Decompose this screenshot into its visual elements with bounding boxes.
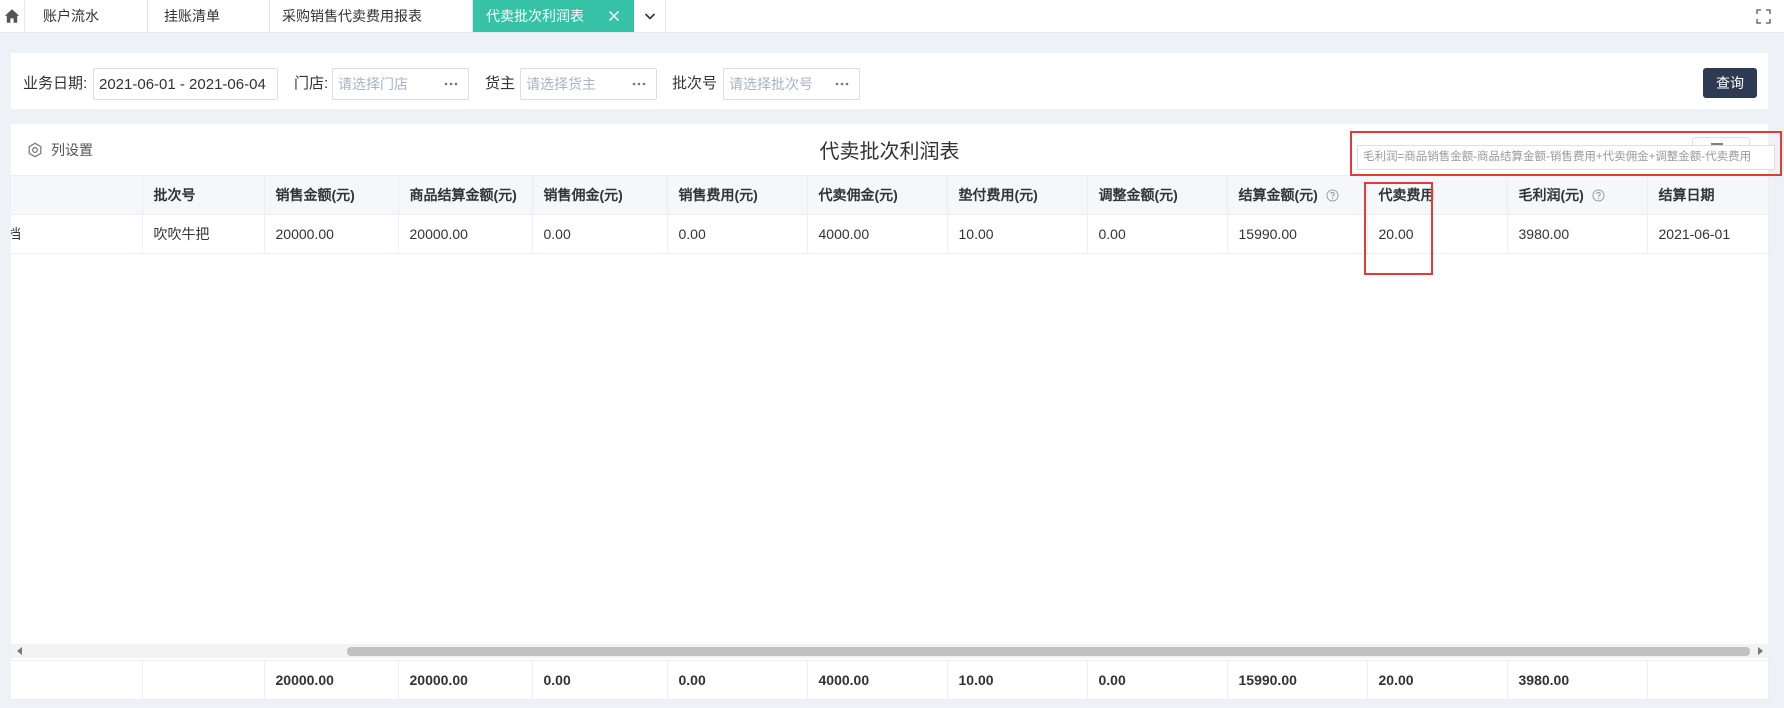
owner-label: 货主	[485, 75, 516, 92]
summary-cell: 0.00	[532, 660, 668, 700]
table-cell: 吹吹牛把	[142, 214, 265, 254]
arrow-left-icon[interactable]	[17, 647, 23, 655]
tab-home[interactable]	[0, 0, 25, 32]
column-header-label: 结算日期	[1658, 187, 1715, 203]
summary-cell: 3980.00	[1507, 660, 1648, 700]
table-cell: 2021-06-01	[1647, 214, 1769, 254]
column-header-sales-expense[interactable]: 销售费用(元)	[667, 175, 808, 215]
column-header-label: 批次号	[153, 187, 196, 203]
column-header-label: 销售金额(元)	[275, 187, 355, 203]
summary-row: 20000.00 20000.00 0.00 0.00 4000.00 10.0…	[11, 660, 1769, 700]
column-header-label: 销售费用(元)	[678, 187, 758, 203]
business-date-label: 业务日期:	[23, 75, 88, 92]
table-cell: 10.00	[947, 214, 1088, 254]
table-row[interactable]: 档 吹吹牛把 20000.00 20000.00 0.00 0.00 4000.…	[11, 214, 1769, 254]
filter-panel: 业务日期: 门店: 货主 批次号 查询	[11, 53, 1768, 109]
business-date-range-input[interactable]	[94, 69, 277, 99]
annotation-highlight-consignment-fee	[1364, 182, 1433, 275]
ellipsis-icon[interactable]	[632, 82, 646, 86]
summary-cell: 0.00	[667, 660, 808, 700]
summary-cell: 15990.00	[1227, 660, 1368, 700]
column-header-sales-commission[interactable]: 销售佣金(元)	[532, 175, 668, 215]
tab-label: 挂账清单	[164, 8, 220, 24]
column-header-consignment-commission[interactable]: 代卖佣金(元)	[807, 175, 948, 215]
ellipsis-icon[interactable]	[444, 82, 458, 86]
ellipsis-icon[interactable]	[835, 82, 849, 86]
summary-cell: 4000.00	[807, 660, 948, 700]
table-cell: 20000.00	[398, 214, 533, 254]
summary-cell	[1647, 660, 1769, 700]
column-header-gross-profit[interactable]: 毛利润(元)	[1507, 175, 1648, 215]
tab-label: 账户流水	[43, 8, 99, 24]
profit-table: 批次号 销售金额(元) 商品结算金额(元) 销售佣金(元) 销售费用(元) 代卖…	[11, 175, 1769, 254]
annotation-highlight-formula	[1350, 131, 1782, 176]
summary-cell: 0.00	[1087, 660, 1228, 700]
table-cell: 4000.00	[807, 214, 948, 254]
column-header-label: 调整金额(元)	[1098, 187, 1178, 203]
tab-label: 代卖批次利润表	[486, 8, 584, 24]
batch-number-label: 批次号	[672, 75, 718, 92]
batch-number-field[interactable]	[723, 68, 860, 100]
tab-bar: 账户流水 挂账清单 采购销售代卖费用报表 代卖批次利润表	[0, 0, 1784, 33]
store-field[interactable]	[332, 68, 469, 100]
table-cell: 档	[11, 214, 143, 254]
help-circle-icon[interactable]	[1326, 189, 1339, 202]
help-circle-icon[interactable]	[1592, 189, 1605, 202]
summary-cell: 20000.00	[264, 660, 399, 700]
tab-account-flow[interactable]: 账户流水	[25, 0, 148, 32]
table-summary: 20000.00 20000.00 0.00 0.00 4000.00 10.0…	[11, 660, 1769, 700]
report-panel: 列设置 代卖批次利润表 批次号 销售金额(元) 商品结算金额(元) 销售佣金(元…	[11, 124, 1769, 700]
table-cell: 3980.00	[1507, 214, 1648, 254]
tab-credit-list[interactable]: 挂账清单	[148, 0, 270, 32]
table-cell: 0.00	[532, 214, 668, 254]
column-header-goods-settlement-amount[interactable]: 商品结算金额(元)	[398, 175, 533, 215]
column-header-adjustment-amount[interactable]: 调整金额(元)	[1087, 175, 1228, 215]
column-header-label: 结算金额(元)	[1238, 187, 1318, 203]
column-header-batch-number[interactable]: 批次号	[142, 175, 265, 215]
column-header-settlement-amount[interactable]: 结算金额(元)	[1227, 175, 1368, 215]
column-header-label: 代卖佣金(元)	[818, 187, 898, 203]
owner-input[interactable]	[521, 69, 629, 99]
close-icon[interactable]	[608, 10, 620, 22]
column-header-label: 商品结算金额(元)	[409, 187, 517, 203]
table-cell: 20000.00	[264, 214, 399, 254]
table-cell: 15990.00	[1227, 214, 1368, 254]
query-button[interactable]: 查询	[1703, 68, 1757, 98]
summary-cell: 20000.00	[398, 660, 533, 700]
store-label: 门店:	[294, 75, 329, 92]
summary-cell	[11, 660, 143, 700]
column-header-label: 毛利润(元)	[1518, 187, 1584, 203]
column-header-sales-amount[interactable]: 销售金额(元)	[264, 175, 399, 215]
summary-cell: 20.00	[1367, 660, 1508, 700]
tab-label: 采购销售代卖费用报表	[282, 8, 422, 24]
table-cell: 0.00	[667, 214, 808, 254]
owner-field[interactable]	[520, 68, 657, 100]
batch-number-input[interactable]	[724, 69, 832, 99]
business-date-range-field[interactable]	[93, 68, 278, 100]
summary-cell	[142, 660, 265, 700]
tab-purchase-sales-fee-report[interactable]: 采购销售代卖费用报表	[270, 0, 473, 32]
column-header-scrolled[interactable]	[11, 175, 143, 215]
table-header-row: 批次号 销售金额(元) 商品结算金额(元) 销售佣金(元) 销售费用(元) 代卖…	[11, 175, 1769, 215]
column-header-advance-expense[interactable]: 垫付费用(元)	[947, 175, 1088, 215]
scrollbar-thumb[interactable]	[347, 647, 1750, 656]
store-input[interactable]	[333, 69, 441, 99]
horizontal-scrollbar[interactable]	[11, 644, 1768, 658]
column-header-label: 垫付费用(元)	[958, 187, 1038, 203]
tab-menu-button[interactable]	[634, 0, 666, 32]
fullscreen-icon[interactable]	[1756, 9, 1771, 24]
arrow-right-icon[interactable]	[1757, 647, 1763, 655]
chevron-down-icon	[644, 13, 656, 20]
tab-consignment-batch-profit[interactable]: 代卖批次利润表	[473, 0, 634, 32]
summary-cell: 10.00	[947, 660, 1088, 700]
column-header-label: 销售佣金(元)	[543, 187, 623, 203]
home-icon	[4, 9, 20, 23]
table-cell: 0.00	[1087, 214, 1228, 254]
column-header-settlement-date[interactable]: 结算日期	[1647, 175, 1769, 215]
